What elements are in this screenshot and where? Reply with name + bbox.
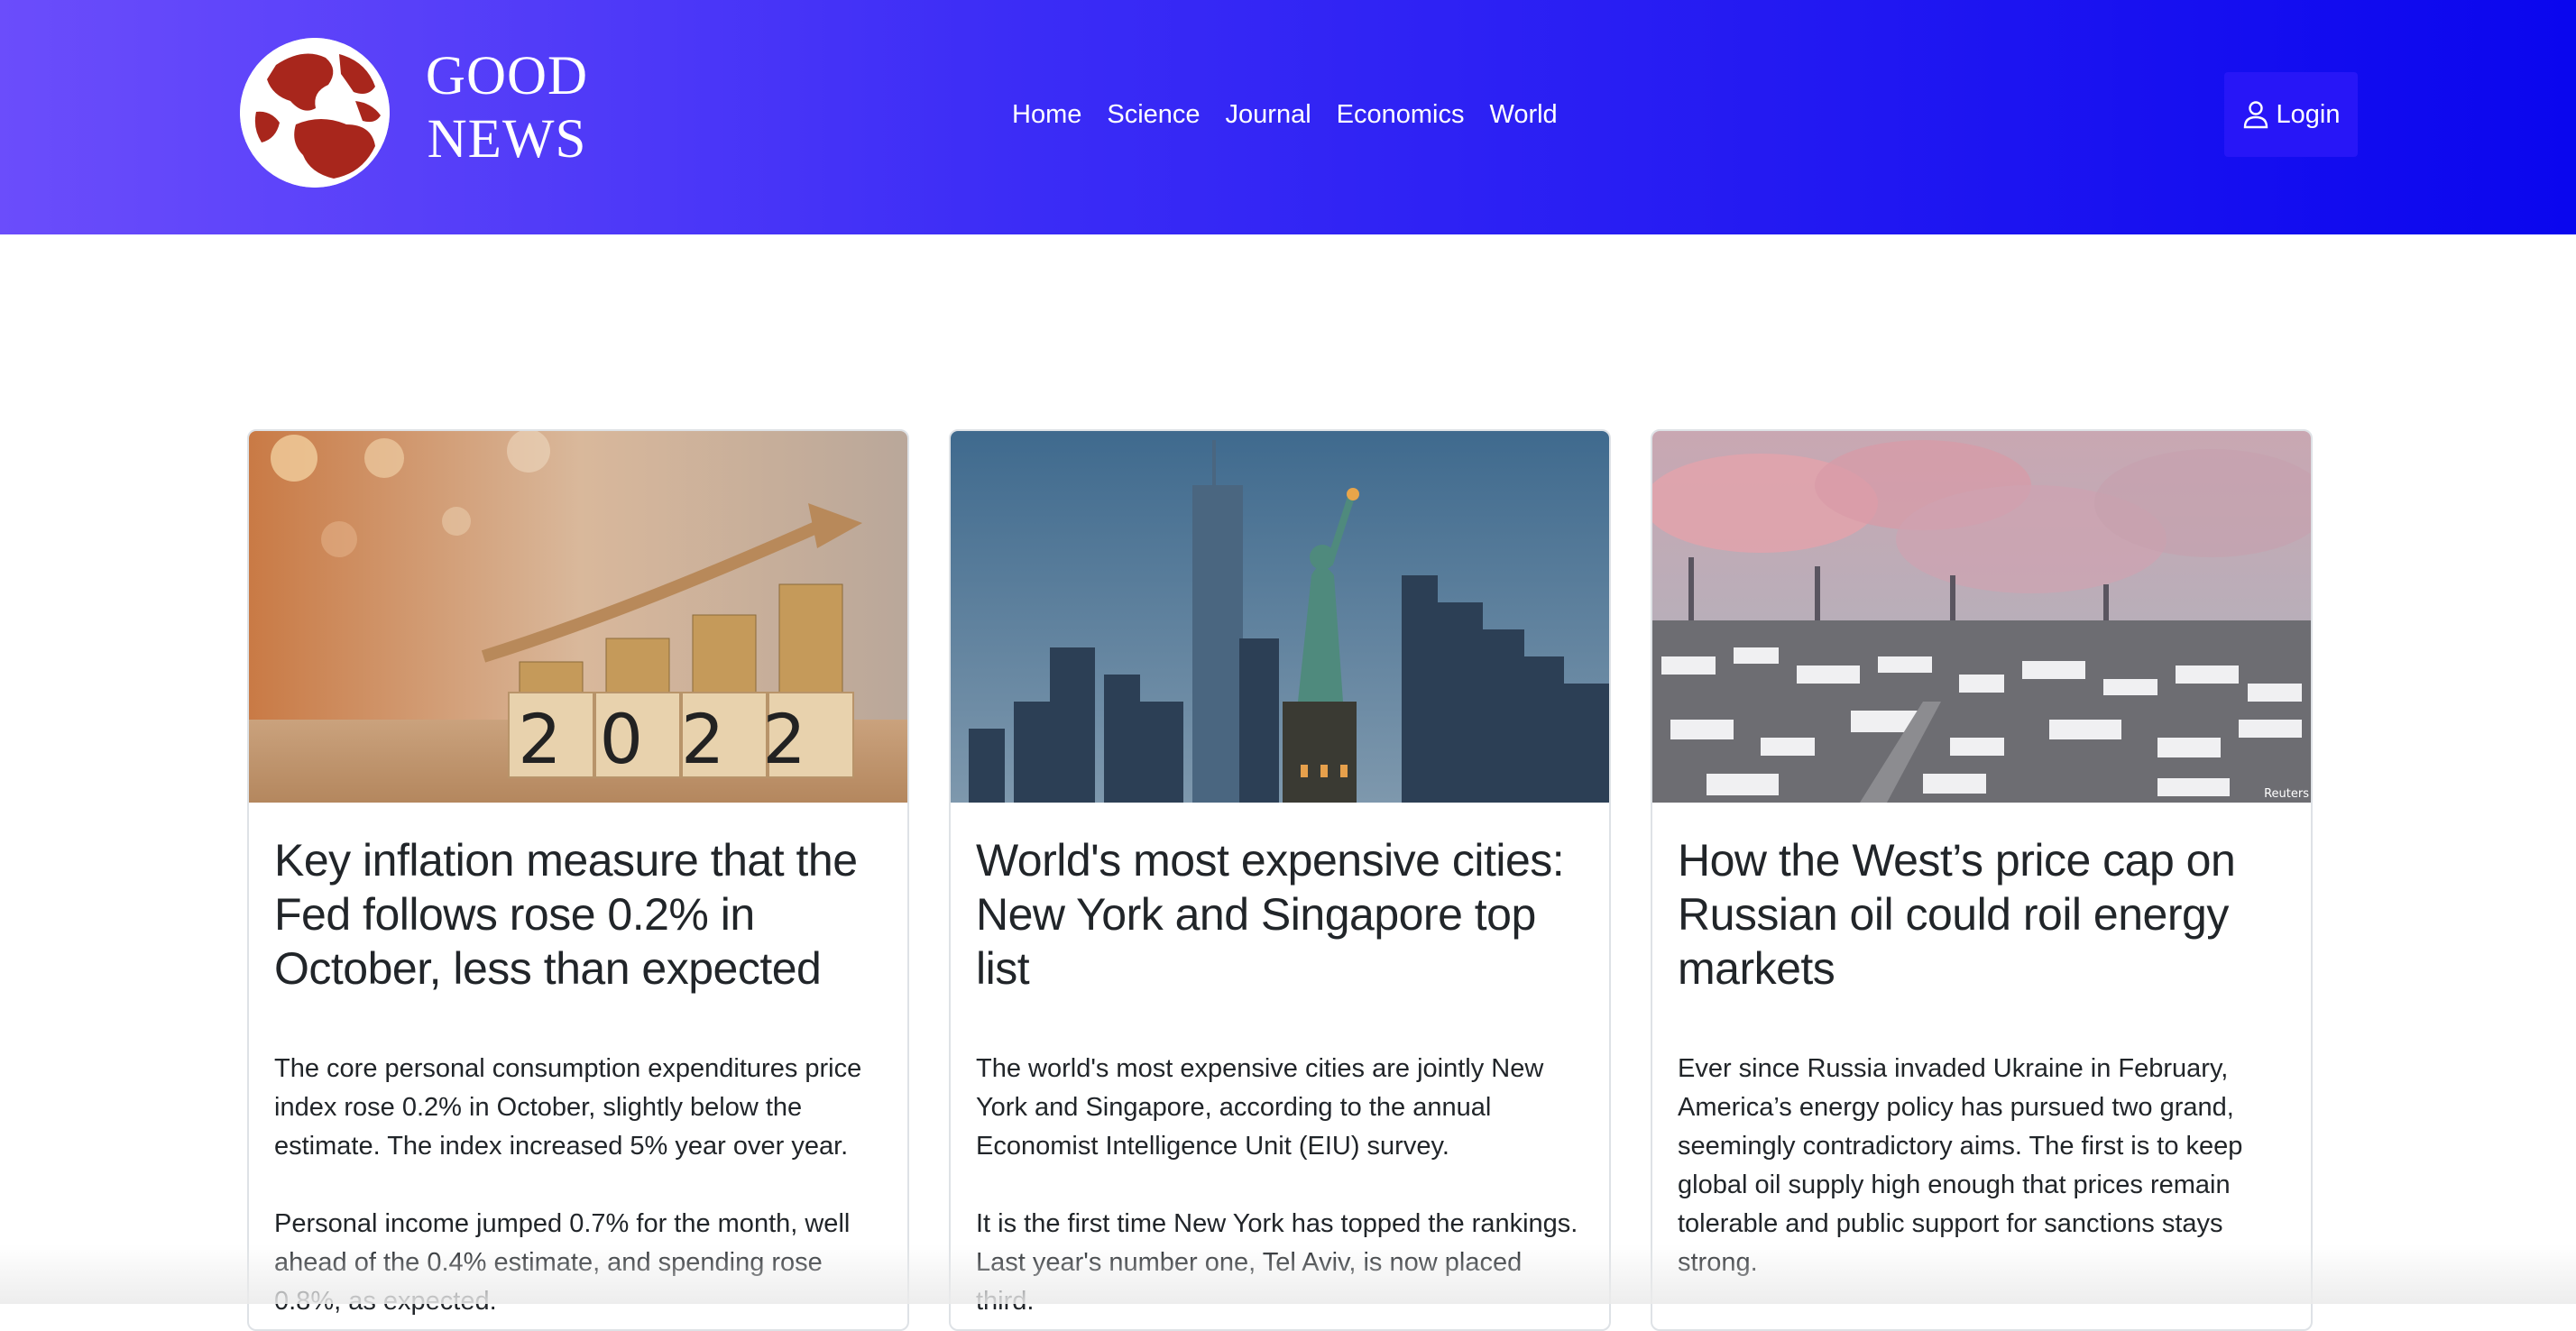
site-logo[interactable]: GOOD NEWS [240,38,619,191]
article-body: Key inflation measure that the Fed follo… [249,803,907,1321]
globe-icon [240,38,390,188]
article-paragraph: Ever since Russia invaded Ukraine in Feb… [1678,1054,2243,1277]
image-text-2022: 2022 [518,699,843,779]
image-caption: Reuters [2264,787,2309,801]
article-body: How the West’s price cap on Russian oil … [1652,803,2311,1282]
article-image-industrial-town[interactable]: Reuters [1652,431,2311,803]
nav-economics[interactable]: Economics [1324,92,1477,137]
article-title[interactable]: World's most expensive cities: New York … [976,833,1584,1050]
brand-wordmark: GOOD NEWS [399,45,615,171]
article-card[interactable]: World's most expensive cities: New York … [949,429,1611,1331]
main-nav: Home Science Journal Economics World [999,92,1570,137]
article-card[interactable]: 2022 Key inflation measure that the Fed … [247,429,909,1331]
site-header: GOOD NEWS Home Science Journal Economics… [0,0,2576,234]
nav-home[interactable]: Home [999,92,1094,137]
nav-journal[interactable]: Journal [1213,92,1324,137]
article-paragraph: The core personal consumption expenditur… [274,1054,862,1161]
nav-science[interactable]: Science [1094,92,1212,137]
article-image-inflation[interactable]: 2022 [249,431,907,803]
brand-line-1: GOOD [425,46,589,106]
article-card[interactable]: Reuters How the West’s price cap on Russ… [1651,429,2313,1331]
article-body: World's most expensive cities: New York … [951,803,1609,1321]
nav-world[interactable]: World [1477,92,1569,137]
article-title[interactable]: Key inflation measure that the Fed follo… [274,833,882,1050]
article-paragraph: The world's most expensive cities are jo… [976,1054,1544,1161]
person-icon [2243,101,2268,129]
login-label: Login [2276,99,2341,129]
login-button[interactable]: Login [2224,72,2358,157]
article-image-new-york[interactable] [951,431,1609,803]
brand-line-2: NEWS [427,109,587,170]
article-title[interactable]: How the West’s price cap on Russian oil … [1678,833,2286,1050]
